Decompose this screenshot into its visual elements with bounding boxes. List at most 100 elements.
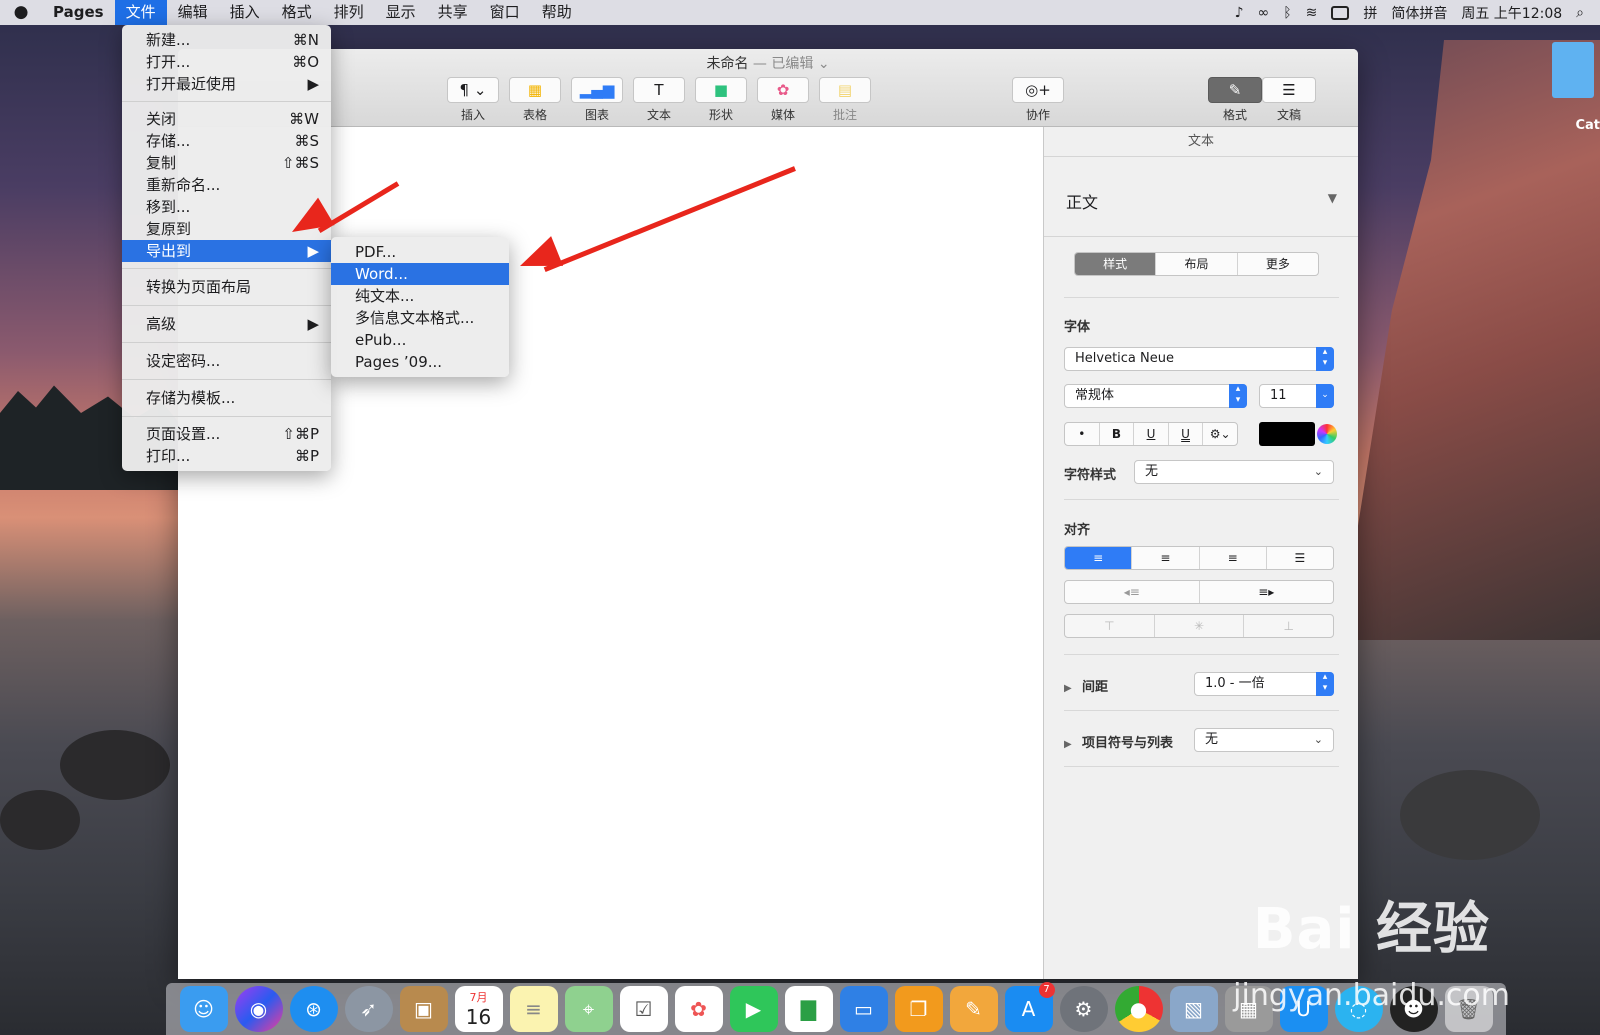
menu-item-convert-layout[interactable]: 转换为页面布局 bbox=[122, 275, 331, 299]
color-wheel-icon[interactable] bbox=[1317, 424, 1337, 444]
char-style-select[interactable]: 无 ⌄ bbox=[1134, 460, 1334, 484]
underline-button[interactable]: U bbox=[1134, 423, 1169, 445]
toolbar-collaborate-button[interactable]: ◎+ 协作 bbox=[1012, 77, 1064, 123]
menu-help[interactable]: 帮助 bbox=[531, 0, 583, 25]
toolbar-text-button[interactable]: T 文本 bbox=[633, 77, 685, 123]
bullets-disclosure[interactable]: ▶ 项目符号与列表 bbox=[1064, 732, 1173, 751]
menu-item-rename[interactable]: 重新命名... bbox=[122, 174, 331, 196]
input-method-label[interactable]: 简体拼音 bbox=[1391, 3, 1447, 23]
reminders-icon[interactable]: ☑ bbox=[619, 986, 668, 1032]
tab-style[interactable]: 样式 bbox=[1075, 253, 1157, 275]
menu-insert[interactable]: 插入 bbox=[219, 0, 271, 25]
menu-edit[interactable]: 编辑 bbox=[167, 0, 219, 25]
menu-arrange[interactable]: 排列 bbox=[323, 0, 375, 25]
menu-item-print[interactable]: 打印... ⌘P bbox=[122, 445, 331, 467]
menu-item-open[interactable]: 打开... ⌘O bbox=[122, 51, 331, 73]
apple-menu-icon[interactable]: ● bbox=[0, 0, 42, 25]
align-center-icon[interactable]: ≡ bbox=[1132, 547, 1200, 569]
tab-layout[interactable]: 布局 bbox=[1156, 253, 1238, 275]
app-store-icon[interactable]: A7 bbox=[1004, 982, 1055, 1032]
bluetooth-icon[interactable]: ᛒ bbox=[1283, 5, 1291, 21]
menu-format[interactable]: 格式 bbox=[271, 0, 323, 25]
align-top-icon[interactable]: ⊤ bbox=[1065, 615, 1155, 637]
facetime-icon[interactable]: ▶ bbox=[729, 986, 778, 1032]
calendar-icon[interactable]: 7月 16 bbox=[454, 986, 503, 1032]
spacing-disclosure[interactable]: ▶ 间距 bbox=[1064, 676, 1108, 695]
menu-share[interactable]: 共享 bbox=[427, 0, 479, 25]
menu-item-duplicate[interactable]: 复制 ⇧⌘S bbox=[122, 152, 331, 174]
align-bottom-icon[interactable]: ⊥ bbox=[1244, 615, 1333, 637]
toolbar-shape-button[interactable]: ■ 形状 bbox=[695, 77, 747, 123]
toolbar-insert-button[interactable]: ¶ ⌄ 插入 bbox=[447, 77, 499, 123]
gear-icon[interactable]: ⚙⌄ bbox=[1203, 423, 1237, 445]
pages-icon[interactable]: ✎ bbox=[949, 986, 998, 1032]
toolbar-media-button[interactable]: ✿ 媒体 bbox=[757, 77, 809, 123]
bullets-select[interactable]: 无 ⌄ bbox=[1194, 728, 1334, 752]
desktop-folder-icon[interactable] bbox=[1552, 42, 1594, 98]
maps-icon[interactable]: ⌖ bbox=[564, 986, 613, 1032]
toolbar-table-button[interactable]: ▦ 表格 bbox=[509, 77, 561, 123]
preview-icon[interactable]: ▧ bbox=[1169, 986, 1218, 1032]
tab-more[interactable]: 更多 bbox=[1238, 253, 1318, 275]
bullet-dot-icon[interactable]: • bbox=[1065, 423, 1100, 445]
font-family-select[interactable]: Helvetica Neue ▴ ▾ bbox=[1064, 347, 1334, 371]
outdent-icon[interactable]: ◂≡ bbox=[1065, 581, 1200, 603]
align-middle-icon[interactable]: ✳ bbox=[1155, 615, 1245, 637]
export-item-rich-text[interactable]: 多信息文本格式... bbox=[331, 307, 509, 329]
menu-item-page-setup[interactable]: 页面设置... ⇧⌘P bbox=[122, 423, 331, 445]
notes-icon[interactable]: ≡ bbox=[509, 986, 558, 1032]
export-item-plain-text[interactable]: 纯文本... bbox=[331, 285, 509, 307]
toolbar-chart-button[interactable]: ▂▄▆ 图表 bbox=[571, 77, 623, 123]
text-color-swatch[interactable] bbox=[1259, 422, 1315, 446]
contacts-icon[interactable]: ▣ bbox=[399, 986, 448, 1032]
align-left-icon[interactable]: ≡ bbox=[1065, 547, 1133, 569]
document-title-area[interactable]: 未命名 — 已编辑 ⌄ bbox=[178, 53, 1358, 73]
menu-item-advanced[interactable]: 高级 ▶ bbox=[122, 312, 331, 336]
finder-icon[interactable]: ☺ bbox=[179, 986, 228, 1032]
launchpad-icon[interactable]: ➶ bbox=[344, 986, 393, 1032]
battery-icon[interactable] bbox=[1331, 5, 1350, 20]
typeface-select[interactable]: 常规体 ▴ ▾ bbox=[1064, 384, 1247, 408]
numbers-icon[interactable]: ▇ bbox=[784, 986, 833, 1032]
safari-icon[interactable]: ⊛ bbox=[289, 986, 338, 1032]
double-underline-button[interactable]: U bbox=[1169, 423, 1204, 445]
menu-item-label: 打印... bbox=[146, 447, 191, 465]
menu-item-new[interactable]: 新建... ⌘N bbox=[122, 29, 331, 51]
menu-view[interactable]: 显示 bbox=[375, 0, 427, 25]
toolbar-document-button[interactable]: ☰ 文稿 bbox=[1262, 77, 1316, 123]
photos-icon[interactable]: ✿ bbox=[674, 986, 723, 1032]
creative-cloud-icon[interactable]: ∞ bbox=[1258, 5, 1270, 21]
font-size-field[interactable]: 11 ⌄ bbox=[1259, 384, 1334, 408]
wifi-icon[interactable]: ≋ bbox=[1306, 5, 1318, 21]
menu-item-save-template[interactable]: 存储为模板... bbox=[122, 386, 331, 410]
spacing-select[interactable]: 1.0 - 一倍 ▴ ▾ bbox=[1194, 672, 1334, 696]
system-preferences-icon[interactable]: ⚙ bbox=[1059, 986, 1108, 1032]
paragraph-style-selector[interactable]: 正文 ▼ bbox=[1044, 157, 1358, 237]
spotlight-search-icon[interactable]: ⌕ bbox=[1576, 5, 1584, 21]
bold-button[interactable]: B bbox=[1100, 423, 1135, 445]
toolbar-comment-button[interactable]: ▤ 批注 bbox=[819, 77, 871, 123]
menu-window[interactable]: 窗口 bbox=[479, 0, 531, 25]
input-method-icon[interactable]: 拼 bbox=[1363, 3, 1377, 23]
menu-app-name[interactable]: Pages bbox=[42, 0, 115, 25]
export-item-pdf[interactable]: PDF... bbox=[331, 241, 509, 263]
books-icon[interactable]: ❐ bbox=[894, 986, 943, 1032]
export-item-epub[interactable]: ePub... bbox=[331, 329, 509, 351]
menu-file[interactable]: 文件 bbox=[114, 0, 167, 25]
chrome-icon[interactable]: ● bbox=[1114, 986, 1163, 1032]
siri-icon[interactable]: ◉ bbox=[234, 986, 283, 1032]
export-item-pages09[interactable]: Pages ’09... bbox=[331, 351, 509, 373]
menu-item-save[interactable]: 存储... ⌘S bbox=[122, 130, 331, 152]
menu-item-set-password[interactable]: 设定密码... bbox=[122, 349, 331, 373]
export-item-word[interactable]: Word... bbox=[331, 263, 509, 285]
align-justify-icon[interactable]: ☰ bbox=[1267, 547, 1333, 569]
menu-item-label: 存储... bbox=[146, 132, 191, 150]
menu-item-close[interactable]: 关闭 ⌘W bbox=[122, 108, 331, 130]
clock[interactable]: 周五 上午12:08 bbox=[1461, 3, 1562, 23]
toolbar-format-button[interactable]: ✎ 格式 bbox=[1208, 77, 1262, 123]
menu-item-open-recent[interactable]: 打开最近使用 ▶ bbox=[122, 73, 331, 95]
indent-icon[interactable]: ≡▸ bbox=[1200, 581, 1334, 603]
notification-icon[interactable]: ♪ bbox=[1235, 5, 1244, 21]
align-right-icon[interactable]: ≡ bbox=[1200, 547, 1267, 569]
keynote-icon[interactable]: ▭ bbox=[839, 986, 888, 1032]
